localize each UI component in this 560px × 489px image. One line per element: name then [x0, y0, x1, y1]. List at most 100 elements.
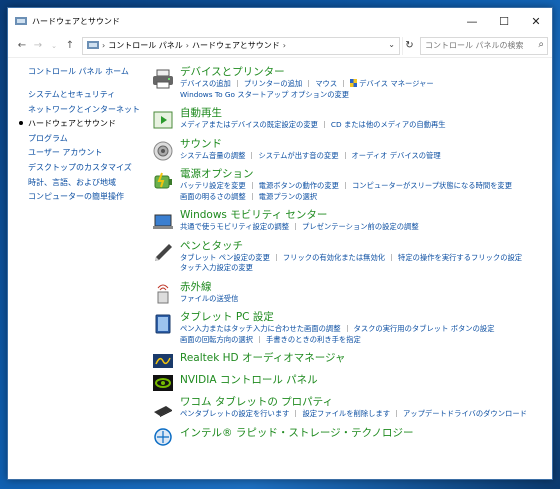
sidebar-home-link[interactable]: コントロール パネル ホーム: [28, 66, 148, 77]
link-pen-tablet-settings[interactable]: ペンタブレットの設定を行います: [180, 409, 289, 418]
link-touch-input[interactable]: タッチ入力設定の変更: [180, 263, 253, 272]
sidebar-item-ease-of-access[interactable]: コンピューターの簡単操作: [28, 191, 148, 206]
link-separator: [258, 335, 260, 343]
link-separator: [251, 192, 253, 200]
breadcrumb-hardware-sound[interactable]: ハードウェアとサウンド: [192, 40, 280, 51]
back-arrow-icon[interactable]: ←: [14, 38, 30, 54]
category-nvidia: NVIDIA コントロール パネル: [150, 374, 546, 391]
search-input[interactable]: コントロール パネルの検索 ⌕: [420, 36, 548, 55]
link-separator: [308, 80, 310, 87]
control-panel-window: ハードウェアとサウンド — ☐ ✕ ← → ⌄ ↑ › コントロール パネル ›…: [7, 7, 553, 480]
category-title[interactable]: 自動再生: [180, 107, 546, 120]
category-wacom: ワコム タブレットの プロパティ ペンタブレットの設定を行います 設定ファイルを削…: [150, 396, 546, 420]
realtek-icon[interactable]: [152, 352, 174, 374]
link-mouse[interactable]: マウス: [315, 79, 337, 88]
category-power: 電源オプション バッテリ設定を変更 電源ボタンの動作の変更 コンピューターがスリープ…: [150, 168, 546, 202]
link-brightness[interactable]: 画面の明るさの調整: [180, 192, 246, 201]
sidebar-item-desktop[interactable]: デスクトップのカスタマイズ: [28, 162, 148, 177]
category-title[interactable]: サウンド: [180, 138, 546, 151]
link-presentation-settings[interactable]: プレゼンテーション前の設定の調整: [302, 222, 419, 231]
link-tablet-buttons[interactable]: タスクの実行用のタブレット ボタンの設定: [354, 324, 495, 333]
link-system-sounds[interactable]: システムが出す音の変更: [258, 151, 338, 160]
sidebar-item-label: ハードウェアとサウンド: [28, 119, 116, 129]
sidebar-item-user-accounts[interactable]: ユーザー アカウント: [28, 147, 148, 162]
category-title[interactable]: ワコム タブレットの プロパティ: [180, 396, 546, 409]
link-mobility-settings[interactable]: 共通で使うモビリティ設定の調整: [180, 222, 289, 231]
link-power-button[interactable]: 電源ボタンの動作の変更: [259, 181, 339, 190]
link-add-device[interactable]: デバイスの追加: [180, 79, 231, 88]
address-row: ← → ⌄ ↑ › コントロール パネル › ハードウェアとサウンド › ⌄ ↻…: [8, 34, 552, 58]
link-screen-calibrate[interactable]: ペン入力またはタッチ入力に合わせた画面の調整: [180, 324, 341, 333]
link-audio-devices[interactable]: オーディオ デバイスの管理: [352, 151, 441, 160]
wacom-icon[interactable]: [152, 398, 174, 420]
category-title[interactable]: インテル® ラピッド・ストレージ・テクノロジー: [180, 427, 546, 440]
category-title[interactable]: 赤外線: [180, 281, 546, 294]
breadcrumb-control-panel[interactable]: コントロール パネル: [108, 40, 183, 51]
link-battery-settings[interactable]: バッテリ設定を変更: [180, 181, 246, 190]
link-screen-rotation[interactable]: 画面の回転方向の選択: [180, 335, 253, 344]
category-title[interactable]: 電源オプション: [180, 168, 546, 181]
power-icon[interactable]: [152, 170, 174, 192]
recent-dropdown-icon[interactable]: ⌄: [46, 38, 62, 54]
sidebar-item-network[interactable]: ネットワークとインターネット: [28, 104, 148, 119]
link-flicks-toggle[interactable]: フリックの有効化または無効化: [283, 253, 385, 262]
printer-icon[interactable]: [152, 68, 174, 90]
category-mobility-center: Windows モビリティ センター 共通で使うモビリティ設定の調整 プレゼンテー…: [150, 209, 546, 233]
speaker-icon[interactable]: [152, 140, 174, 162]
link-flicks-actions[interactable]: 特定の操作を実行するフリックの設定: [398, 253, 522, 262]
link-separator: [251, 182, 253, 189]
link-cd-autoplay[interactable]: CD または他のメディアの自動再生: [331, 120, 446, 129]
sidebar-item-hardware-sound[interactable]: ハードウェアとサウンド: [19, 118, 148, 133]
link-separator: [343, 80, 345, 87]
maximize-button[interactable]: ☐: [488, 8, 520, 34]
autoplay-icon[interactable]: [152, 109, 174, 131]
link-add-printer[interactable]: プリンターの追加: [244, 79, 302, 88]
link-driver-download[interactable]: アップデートドライバのダウンロード: [403, 409, 527, 418]
category-title[interactable]: デバイスとプリンター: [180, 66, 546, 79]
sidebar-item-clock-region[interactable]: 時計、言語、および地域: [28, 177, 148, 192]
sidebar-item-system-security[interactable]: システムとセキュリティ: [28, 89, 148, 104]
minimize-button[interactable]: —: [456, 8, 488, 34]
link-delete-settings-file[interactable]: 設定ファイルを削除します: [302, 409, 390, 418]
up-arrow-icon[interactable]: ↑: [62, 38, 78, 54]
address-dropdown-icon[interactable]: ⌄: [388, 40, 395, 49]
close-button[interactable]: ✕: [520, 8, 552, 34]
breadcrumb-separator-icon: ›: [102, 41, 106, 50]
search-placeholder: コントロール パネルの検索: [425, 41, 524, 50]
refresh-icon[interactable]: ↻: [402, 36, 416, 55]
category-tablet-pc: タブレット PC 設定 ペン入力またはタッチ入力に合わせた画面の調整 タスクの実行…: [150, 311, 546, 345]
link-separator: [251, 151, 253, 159]
category-title[interactable]: タブレット PC 設定: [180, 311, 546, 324]
breadcrumb-separator-icon: ›: [185, 41, 189, 50]
location-icon: [87, 40, 99, 52]
link-system-volume[interactable]: システム音量の調整: [180, 151, 245, 160]
link-sleep-time[interactable]: コンピューターがスリープ状態になる時間を変更: [352, 181, 512, 190]
link-separator: [275, 253, 277, 261]
intel-icon[interactable]: [152, 427, 174, 449]
link-tablet-pen-settings[interactable]: タブレット ペン設定の変更: [180, 253, 270, 262]
category-title[interactable]: ペンとタッチ: [180, 240, 546, 253]
address-bar[interactable]: › コントロール パネル › ハードウェアとサウンド › ⌄: [82, 36, 400, 55]
tablet-icon[interactable]: [152, 313, 174, 335]
nvidia-icon[interactable]: [152, 374, 174, 396]
category-title[interactable]: Realtek HD オーディオマネージャ: [180, 352, 546, 365]
category-autoplay: 自動再生 メディアまたはデバイスの既定設定の変更 CD または他のメディアの自動再…: [150, 107, 546, 131]
link-power-plan[interactable]: 電源プランの選択: [259, 192, 317, 201]
infrared-icon[interactable]: [152, 283, 174, 305]
link-handedness[interactable]: 手書きのときの利き手を指定: [266, 335, 361, 344]
forward-arrow-icon[interactable]: →: [30, 38, 46, 54]
category-devices-printers: デバイスとプリンター デバイスの追加 プリンターの追加 マウス デバイス マネージャー…: [150, 66, 546, 100]
mobility-icon[interactable]: [152, 211, 174, 233]
category-title[interactable]: NVIDIA コントロール パネル: [180, 374, 546, 387]
category-title[interactable]: Windows モビリティ センター: [180, 209, 546, 222]
link-separator: [236, 80, 238, 87]
link-default-media[interactable]: メディアまたはデバイスの既定設定の変更: [180, 120, 318, 129]
link-device-manager[interactable]: デバイス マネージャー: [359, 79, 434, 88]
pen-icon[interactable]: [152, 242, 174, 264]
search-icon[interactable]: ⌕: [538, 39, 544, 50]
link-separator: [391, 253, 393, 261]
category-pen-touch: ペンとタッチ タブレット ペン設定の変更 フリックの有効化または無効化 特定の操作を…: [150, 240, 546, 274]
link-send-receive-files[interactable]: ファイルの送受信: [180, 294, 238, 303]
sidebar-item-programs[interactable]: プログラム: [28, 133, 148, 148]
link-windows-to-go[interactable]: Windows To Go スタートアップ オプションの変更: [180, 90, 349, 99]
